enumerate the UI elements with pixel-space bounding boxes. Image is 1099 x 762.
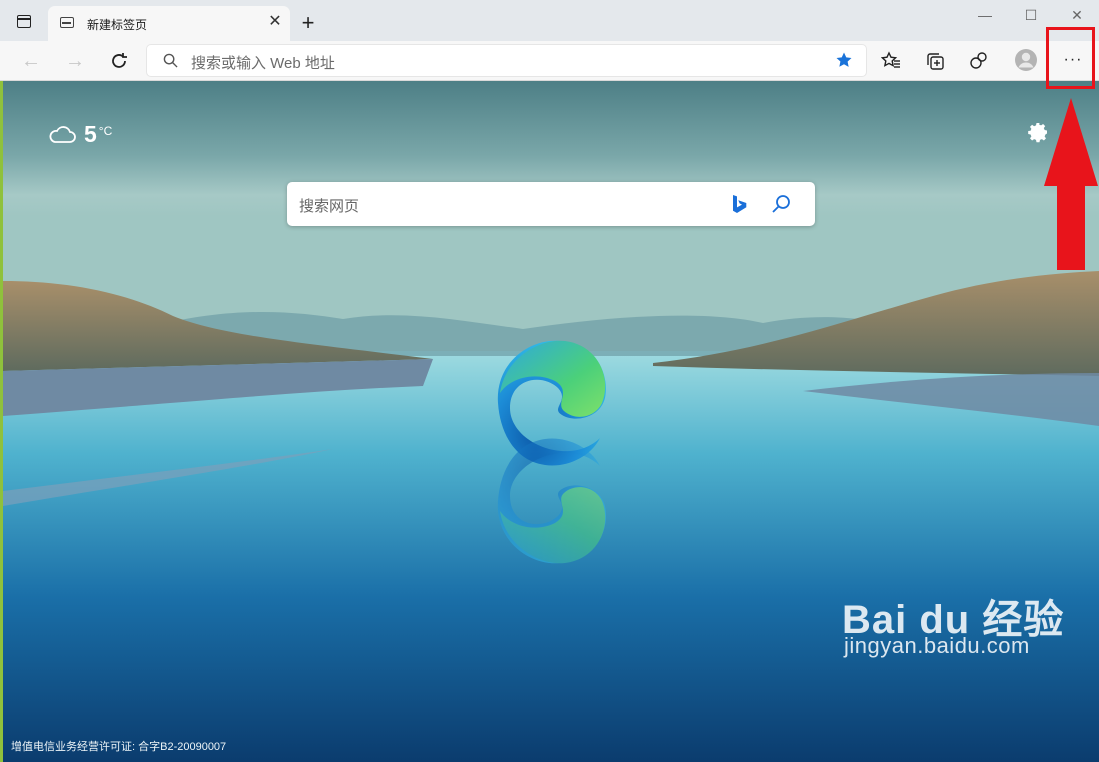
- back-button[interactable]: ←: [19, 49, 43, 73]
- forward-button[interactable]: →: [63, 49, 87, 73]
- cloud-icon: [49, 126, 76, 143]
- collections-icon[interactable]: [925, 51, 945, 71]
- new-tab-button[interactable]: +: [297, 12, 319, 34]
- tab-new-tab[interactable]: 新建标签页 ✕: [48, 6, 290, 41]
- web-search-input[interactable]: 搜索网页: [299, 195, 359, 216]
- web-search-box[interactable]: 搜索网页: [287, 182, 815, 226]
- maximize-button[interactable]: ☐: [1019, 6, 1043, 24]
- tab-title: 新建标签页: [87, 18, 148, 32]
- address-input[interactable]: 搜索或输入 Web 地址: [191, 52, 335, 73]
- profile-avatar-icon[interactable]: [1014, 48, 1038, 72]
- minimize-button[interactable]: —: [973, 6, 997, 24]
- tab-actions-icon[interactable]: [17, 15, 31, 28]
- baidu-watermark-url: jingyan.baidu.com: [844, 633, 1030, 658]
- refresh-icon[interactable]: [108, 50, 130, 72]
- search-icon: [163, 53, 178, 68]
- address-bar[interactable]: 搜索或输入 Web 地址: [147, 45, 866, 76]
- navigation-toolbar: ← → 搜索或输入 Web 地址 ···: [0, 41, 1099, 81]
- newtab-background: 5 °C 搜索网页 增值电信业务经营许可证: 合字B2-20090007: [3, 81, 1099, 762]
- weather-temperature: 5 °C: [84, 121, 113, 147]
- license-footer-text[interactable]: 增值电信业务经营许可证: 合字B2-20090007: [11, 738, 226, 754]
- bing-icon: [733, 195, 747, 213]
- search-submit-icon[interactable]: [770, 193, 792, 215]
- favorites-icon[interactable]: [881, 51, 901, 71]
- favorite-star-icon[interactable]: [835, 51, 853, 69]
- annotation-up-arrow: [1044, 98, 1098, 270]
- tab-close-icon[interactable]: ✕: [267, 14, 283, 30]
- newtab-favicon-icon: [60, 17, 74, 28]
- extensions-icon[interactable]: [969, 51, 989, 71]
- close-window-button[interactable]: ✕: [1065, 6, 1089, 24]
- temperature-unit: °C: [98, 124, 113, 138]
- annotation-highlight-box: [1046, 27, 1095, 89]
